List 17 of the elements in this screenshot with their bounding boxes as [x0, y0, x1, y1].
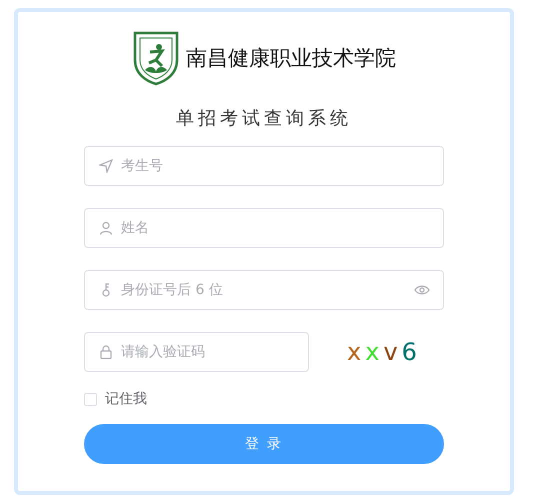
- user-icon: [99, 221, 113, 235]
- lock-icon: [99, 345, 113, 359]
- captcha-character: x: [365, 338, 380, 366]
- checkbox[interactable]: [84, 392, 97, 406]
- input-field[interactable]: 身份证号后 6 位: [84, 270, 444, 310]
- send-icon: [99, 159, 113, 173]
- school-name: 南昌健康职业技术学院: [186, 45, 396, 72]
- shield-logo-icon: [132, 30, 180, 86]
- captcha-character: v: [383, 338, 398, 366]
- system-title: 单招考试查询系统: [176, 107, 352, 130]
- captcha-character: 6: [402, 338, 417, 366]
- input-field[interactable]: 考生号: [84, 146, 444, 186]
- login-button[interactable]: 登 录: [84, 424, 444, 464]
- input-field[interactable]: 姓名: [84, 208, 444, 248]
- captcha-character: x: [347, 338, 362, 366]
- remember-label: 记住我: [105, 390, 147, 408]
- captcha-field[interactable]: 请输入验证码: [84, 332, 309, 372]
